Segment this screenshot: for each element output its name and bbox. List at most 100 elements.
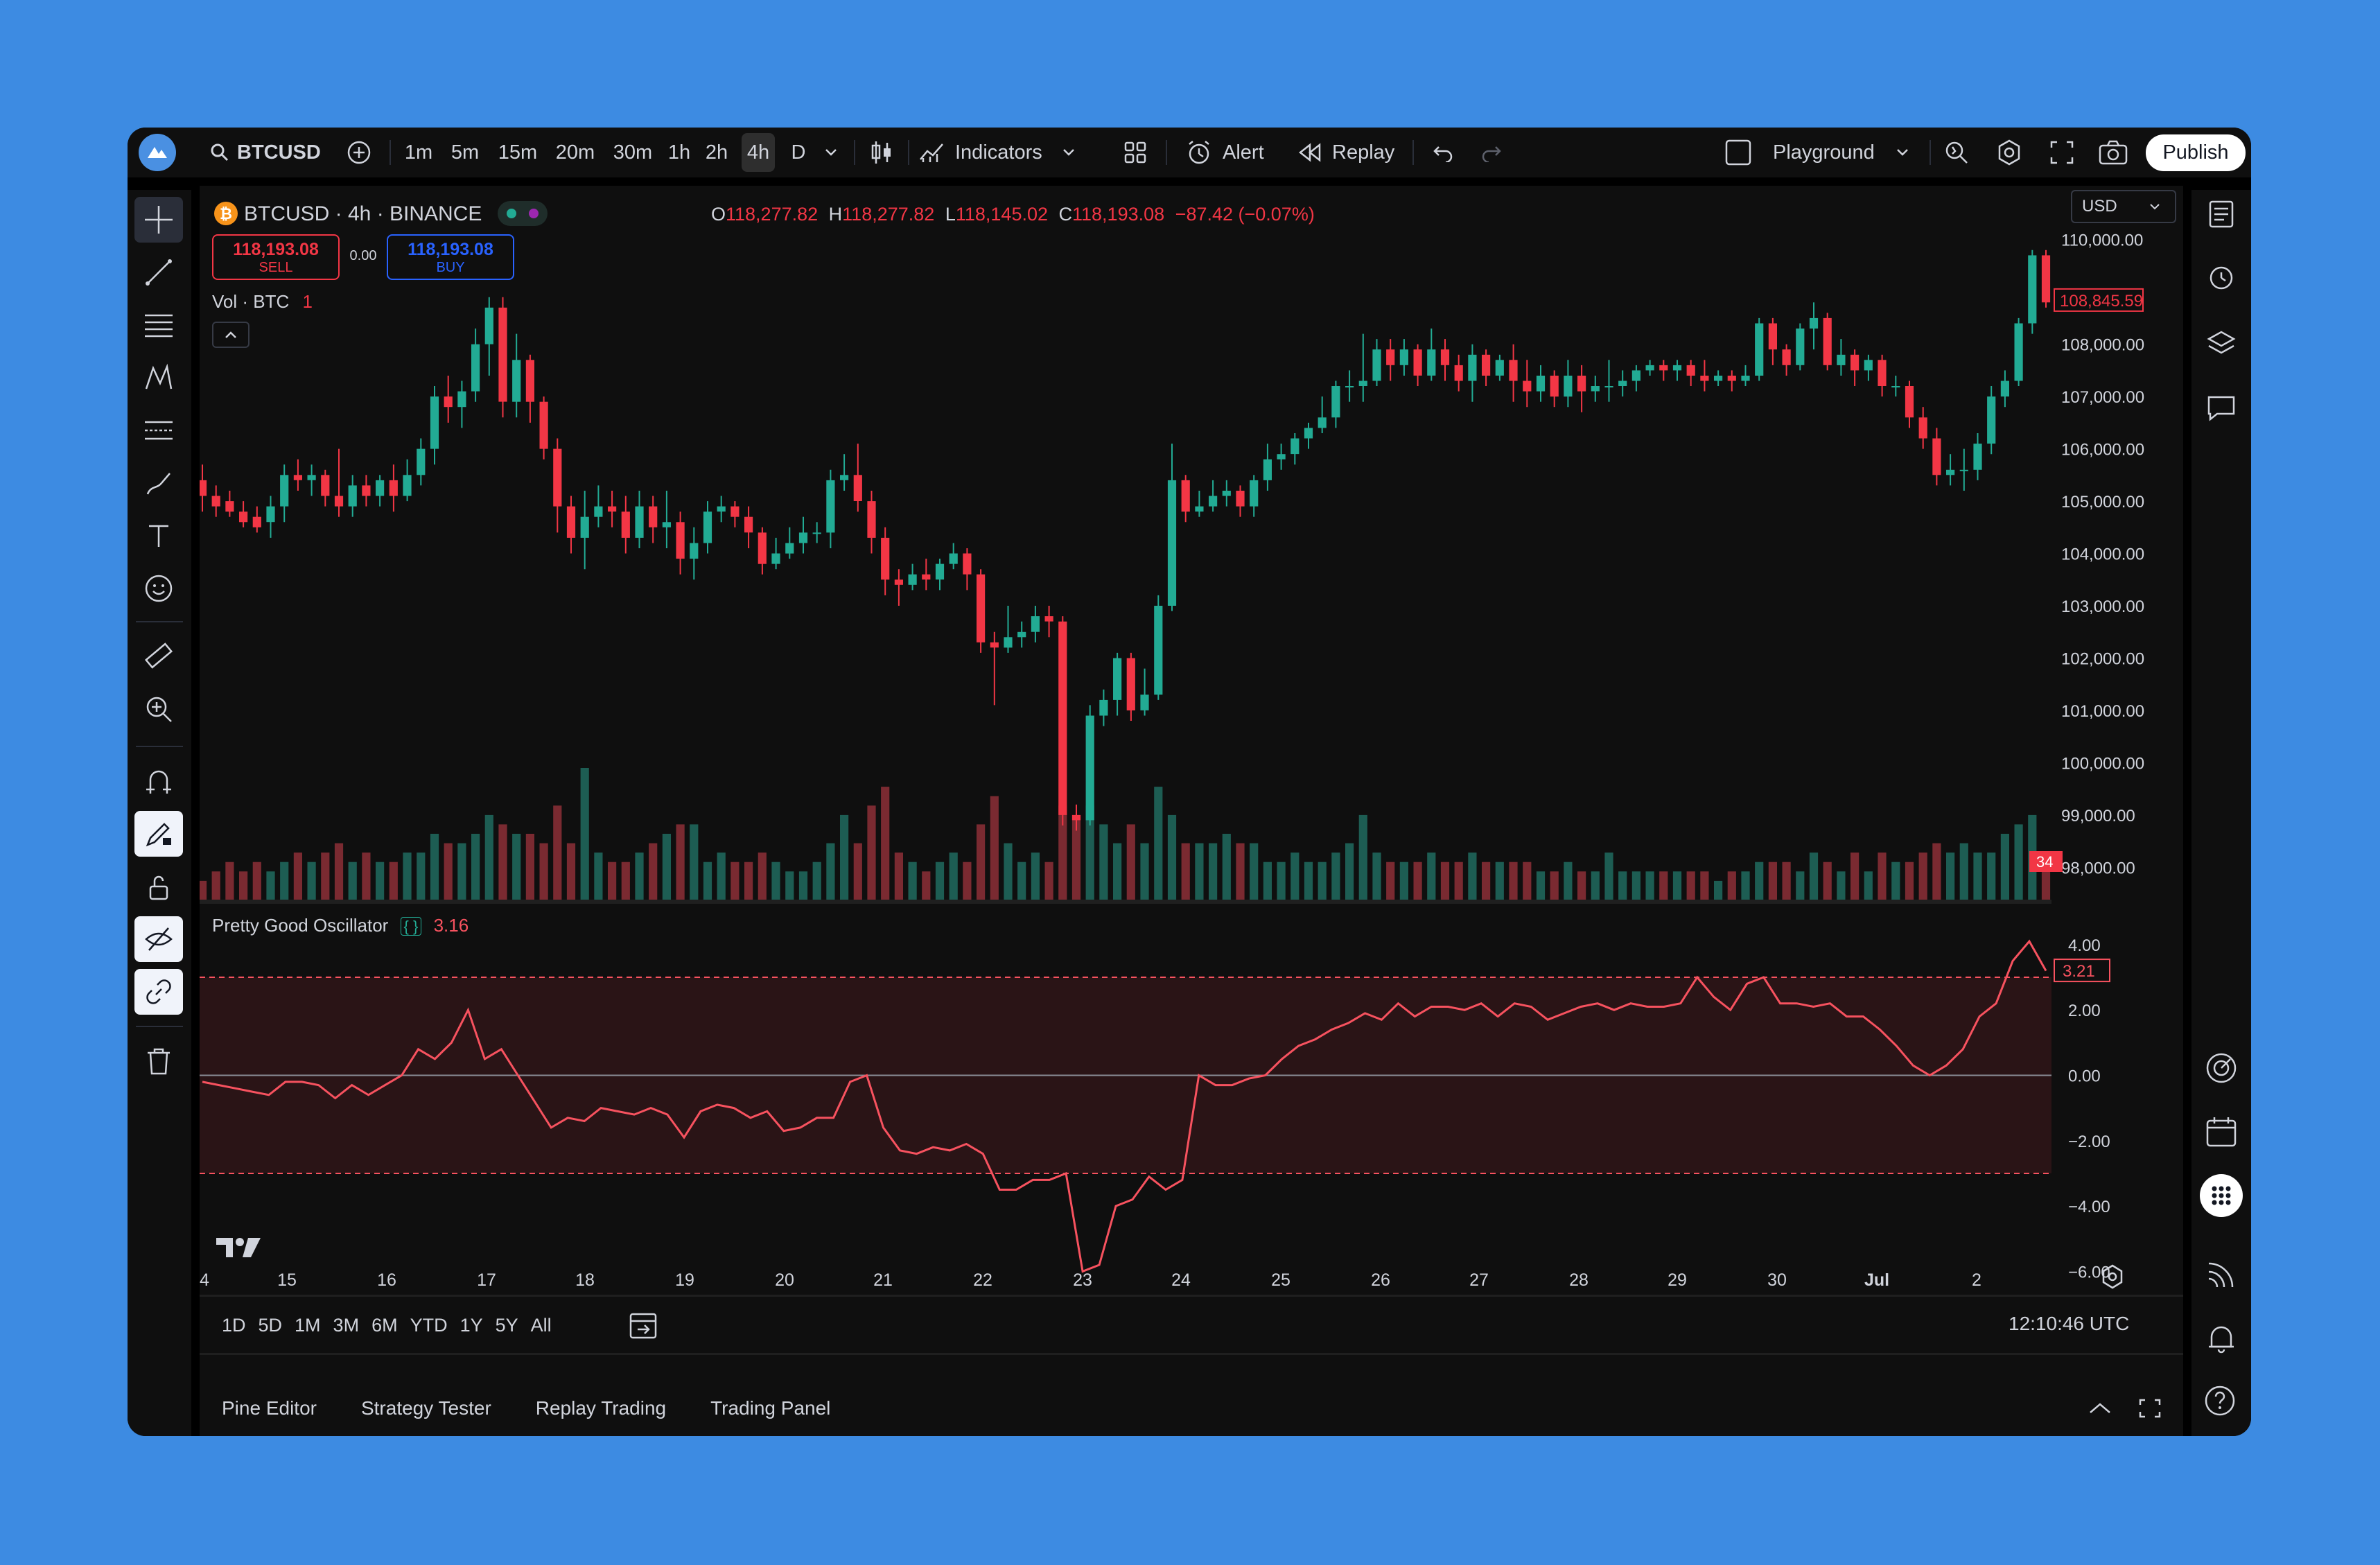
sync-drawings-tool[interactable] [134,969,183,1015]
candle-body [1905,386,1914,418]
chats-button[interactable] [2197,384,2246,432]
alert-label: Alert [1223,141,1264,164]
timeframe-15m[interactable]: 15m [492,133,543,172]
range-1d[interactable]: 1D [222,1315,246,1336]
calendar-button[interactable] [2197,1108,2246,1156]
low-value: 118,145.02 [955,204,1048,225]
measure-tool[interactable] [134,633,183,679]
volume-bar [1167,814,1177,900]
emoji-tool[interactable] [134,566,183,611]
time-axis-settings-button[interactable] [2099,1263,2126,1291]
notifications-button[interactable] [2197,1314,2246,1363]
calendar-icon [2206,1117,2237,1147]
fullscreen-button[interactable] [2045,128,2079,177]
settings-button[interactable] [1992,128,2027,177]
zoom-tool[interactable] [134,686,183,732]
oscillator-legend[interactable]: Pretty Good Oscillator { } 3.16 [212,915,469,936]
compare-button[interactable] [344,128,374,177]
clock-display[interactable]: 12:10:46 UTC [2009,1313,2129,1335]
redo-button[interactable] [1476,128,1507,177]
candle-body [717,506,726,512]
replay-button[interactable]: Replay [1297,128,1401,177]
streams-button[interactable] [2197,1250,2246,1299]
tab-strategy-tester[interactable]: Strategy Tester [361,1397,491,1419]
volume-bar [471,834,480,900]
range-1y[interactable]: 1Y [460,1315,483,1336]
keep-drawing-tool[interactable] [134,811,183,857]
expand-panel-button[interactable] [2086,1394,2114,1422]
range-3m[interactable]: 3M [333,1315,360,1336]
chart-title[interactable]: BTCUSD · 4h · BINANCE [244,202,482,226]
timeframe-1h[interactable]: 1h [664,133,694,172]
timeframe-20m[interactable]: 20m [550,133,600,172]
symbol-search[interactable]: BTCUSD [209,128,327,177]
hide-drawings-tool[interactable] [134,916,183,962]
object-tree-button[interactable] [2197,319,2246,367]
chart-canvas[interactable]: 110,000.00 108,000.00 107,000.00 106,000.00… [198,186,2183,1385]
range-1m[interactable]: 1M [295,1315,321,1336]
trend-line-tool[interactable] [134,250,183,295]
tradingview-logo[interactable] [215,1234,263,1261]
layout-menu[interactable]: Playground [1724,128,1932,177]
help-button[interactable] [2197,1375,2246,1424]
buy-button[interactable]: 118,193.08 BUY [387,234,514,280]
volume-bar [293,853,302,900]
snapshot-button[interactable] [2096,128,2130,177]
watchlist-button[interactable] [2197,190,2246,238]
layers-icon [2207,331,2236,354]
volume-bar [307,862,316,900]
candle-body [362,485,371,496]
candle-body [580,516,589,538]
alert-button[interactable]: Alert [1185,128,1282,177]
timeframe-D[interactable]: D [785,133,812,172]
currency-select[interactable]: USD [2071,190,2176,223]
range-ytd[interactable]: YTD [410,1315,448,1336]
timeframe-2h[interactable]: 2h [700,133,733,172]
candle-body [348,485,357,507]
fib-tool[interactable] [134,302,183,348]
market-status-badge[interactable] [498,201,548,226]
app-logo[interactable] [137,128,177,177]
timeframe-4h[interactable]: 4h [742,133,775,172]
forecast-tool[interactable] [134,408,183,453]
timeframe-30m[interactable]: 30m [607,133,658,172]
candle-body [894,579,903,585]
volume-bar [949,853,958,900]
pattern-tool[interactable] [134,355,183,401]
timeframe-5m[interactable]: 5m [445,133,485,172]
range-all[interactable]: All [531,1315,552,1336]
sell-button[interactable]: 118,193.08 SELL [212,234,340,280]
undo-button[interactable] [1428,128,1458,177]
templates-button[interactable] [1120,128,1150,177]
crosshair-tool[interactable] [134,197,183,243]
range-5y[interactable]: 5Y [496,1315,518,1336]
goto-date-button[interactable] [628,1310,658,1340]
tab-pine-editor[interactable]: Pine Editor [222,1397,317,1419]
rss-icon [2208,1262,2234,1288]
text-tool[interactable] [134,513,183,559]
timeframe-1m[interactable]: 1m [399,133,438,172]
products-button[interactable] [2197,1171,2246,1220]
ideas-button[interactable] [2197,1044,2246,1092]
volume-bar [1290,853,1300,900]
range-6m[interactable]: 6M [371,1315,398,1336]
remove-drawings-tool[interactable] [134,1038,183,1084]
range-5d[interactable]: 5D [259,1315,283,1336]
alerts-button[interactable] [2197,252,2246,301]
chart-type-button[interactable] [866,128,897,177]
target-icon [2206,1053,2237,1083]
volume-bar [225,862,234,900]
magnet-tool[interactable] [134,758,183,804]
collapse-legend-button[interactable] [212,322,250,348]
timeframe-dropdown[interactable] [821,128,841,177]
tab-replay-trading[interactable]: Replay Trading [536,1397,666,1419]
tab-trading-panel[interactable]: Trading Panel [710,1397,830,1419]
candle-body [690,543,699,559]
lock-drawings-tool[interactable] [134,864,183,909]
brush-tool[interactable] [134,460,183,506]
quick-search-button[interactable] [1939,128,1974,177]
maximize-panel-button[interactable] [2136,1394,2164,1422]
volume-legend[interactable]: Vol · BTC 1 [212,291,313,313]
indicators-button[interactable]: Indicators [918,128,1105,177]
publish-button[interactable]: Publish [2146,128,2246,177]
